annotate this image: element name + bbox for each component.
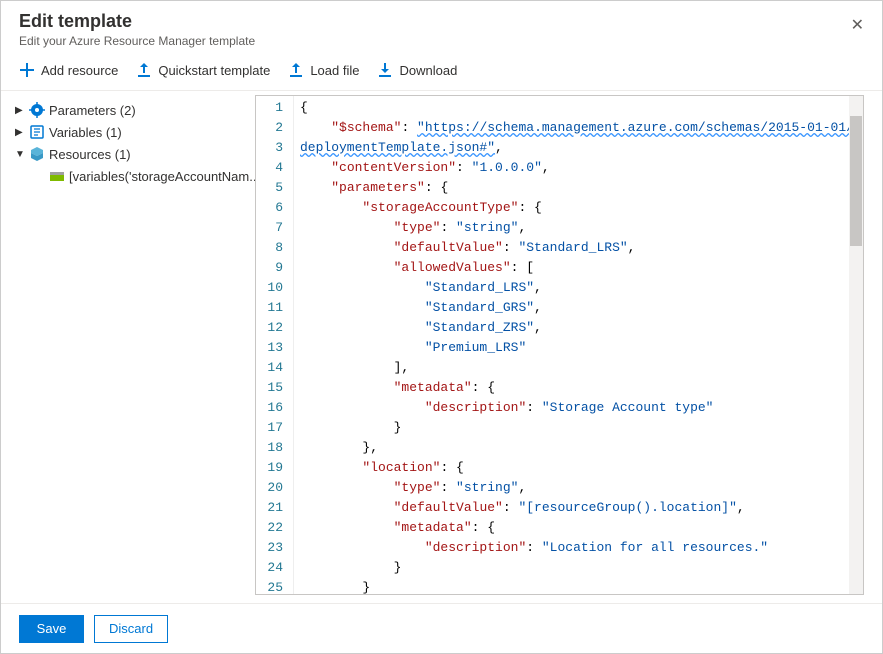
tree-node-variables[interactable]: ▶ Variables (1)	[15, 121, 255, 143]
close-icon: ✕	[851, 17, 864, 34]
toolbar-label: Quickstart template	[158, 63, 270, 78]
tree-label: Resources (1)	[49, 147, 131, 162]
add-resource-button[interactable]: Add resource	[19, 62, 118, 78]
dialog-subtitle: Edit your Azure Resource Manager templat…	[19, 34, 864, 48]
tree-node-resources[interactable]: ▼ Resources (1)	[15, 143, 255, 165]
line-gutter: 1234567891011121314151617181920212223242…	[256, 96, 294, 594]
plus-icon	[19, 62, 35, 78]
main-area: ▶ Parameters (2) ▶ Variables (1) ▼ Resou…	[1, 91, 882, 603]
chevron-down-icon: ▼	[15, 149, 25, 160]
variables-icon	[29, 124, 45, 140]
storage-icon	[49, 168, 65, 184]
button-label: Discard	[109, 621, 153, 636]
toolbar: Add resource Quickstart template Load fi…	[1, 52, 882, 91]
download-button[interactable]: Download	[377, 62, 457, 78]
dialog-footer: Save Discard	[1, 603, 882, 653]
chevron-right-icon: ▶	[15, 105, 25, 116]
toolbar-label: Load file	[310, 63, 359, 78]
upload-icon	[136, 62, 152, 78]
load-file-button[interactable]: Load file	[288, 62, 359, 78]
dialog-title: Edit template	[19, 11, 864, 32]
parameters-icon	[29, 102, 45, 118]
tree-label: Variables (1)	[49, 125, 122, 140]
tree-label: [variables('storageAccountNam...	[69, 169, 255, 184]
tree-node-parameters[interactable]: ▶ Parameters (2)	[15, 99, 255, 121]
scrollbar-thumb[interactable]	[850, 116, 862, 246]
tree-label: Parameters (2)	[49, 103, 136, 118]
code-content[interactable]: { "$schema": "https://schema.management.…	[294, 96, 849, 594]
dialog-header: Edit template Edit your Azure Resource M…	[1, 1, 882, 52]
save-button[interactable]: Save	[19, 615, 84, 643]
toolbar-label: Add resource	[41, 63, 118, 78]
discard-button[interactable]: Discard	[94, 615, 168, 643]
code-editor[interactable]: 1234567891011121314151617181920212223242…	[255, 95, 864, 595]
file-upload-icon	[288, 62, 304, 78]
tree-panel: ▶ Parameters (2) ▶ Variables (1) ▼ Resou…	[1, 91, 255, 603]
chevron-right-icon: ▶	[15, 127, 25, 138]
download-icon	[377, 62, 393, 78]
resources-icon	[29, 146, 45, 162]
close-button[interactable]: ✕	[847, 11, 868, 39]
tree-node-resource-item[interactable]: [variables('storageAccountNam...	[15, 165, 255, 187]
toolbar-label: Download	[399, 63, 457, 78]
button-label: Save	[37, 621, 67, 636]
quickstart-button[interactable]: Quickstart template	[136, 62, 270, 78]
editor-scrollbar[interactable]	[849, 96, 863, 594]
